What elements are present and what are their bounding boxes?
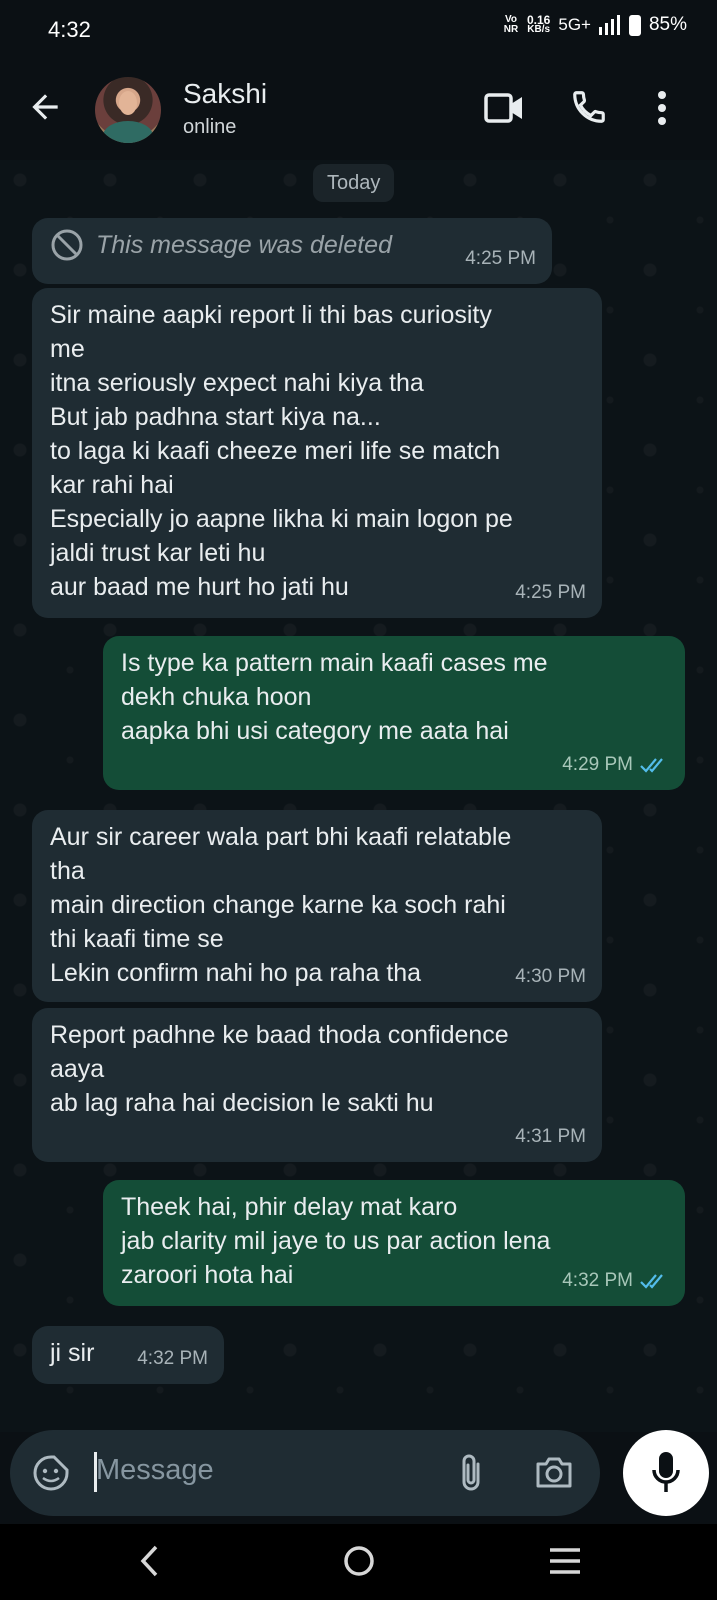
message-time: 4:32 PM (137, 1348, 208, 1369)
message-time: 4:29 PM (562, 754, 633, 775)
mic-icon (652, 1452, 680, 1492)
message-text: Is type ka pattern main kaafi cases me d… (121, 649, 548, 745)
message-text: This message was deleted (96, 231, 392, 259)
battery-icon (628, 14, 641, 36)
message-text: Report padhne ke baad thoda confidence a… (50, 1021, 509, 1117)
avatar[interactable] (95, 77, 161, 143)
message-time: 4:32 PM (562, 1270, 633, 1291)
message-meta: 4:32 PM (562, 1264, 669, 1298)
video-call-icon[interactable] (484, 90, 524, 126)
message-time: 4:30 PM (515, 966, 586, 987)
chat-header: Sakshi online (0, 60, 717, 160)
message-text: Sir maine aapki report li thi bas curios… (50, 301, 513, 601)
phone-icon[interactable] (570, 88, 608, 126)
status-icons: Vo NR 0.16 KB/s 5G+ 85% (503, 14, 687, 36)
message-bubble[interactable]: Sir maine aapki report li thi bas curios… (32, 288, 602, 618)
message-bubble-outgoing[interactable]: Is type ka pattern main kaafi cases me d… (103, 636, 685, 790)
nav-back-icon[interactable] (138, 1544, 162, 1578)
volte-indicator: Vo NR (503, 14, 519, 35)
contact-name[interactable]: Sakshi (183, 78, 267, 110)
status-time: 4:32 (48, 17, 91, 42)
message-bubble[interactable]: Aur sir career wala part bhi kaafi relat… (32, 810, 602, 1002)
message-bubble-outgoing[interactable]: Theek hai, phir delay mat karo jab clari… (103, 1180, 685, 1306)
mic-button[interactable] (623, 1430, 709, 1516)
message-bubble-deleted[interactable]: This message was deleted 4:25 PM (32, 218, 552, 284)
message-bubble[interactable]: Report padhne ke baad thoda confidence a… (32, 1008, 602, 1162)
emoji-sticker-icon[interactable] (32, 1454, 70, 1492)
message-time: 4:31 PM (515, 1126, 586, 1147)
read-ticks-icon (640, 758, 663, 773)
net-speed: 0.16 KB/s (527, 14, 551, 35)
date-chip: Today (313, 164, 395, 202)
battery-level: 85% (648, 14, 687, 35)
status-bar: 4:32 Vo NR 0.16 KB/s 5G+ 85% (0, 0, 717, 60)
camera-icon[interactable] (534, 1454, 574, 1490)
nav-recents-icon[interactable] (548, 1546, 582, 1576)
message-time: 4:25 PM (465, 248, 536, 269)
message-time: 4:25 PM (515, 582, 586, 603)
net-speed-unit: KB/s (527, 24, 551, 35)
signal-icon (598, 15, 620, 35)
message-bubble[interactable]: ji sir 4:32 PM (32, 1326, 224, 1384)
message-composer[interactable]: Message (10, 1430, 600, 1516)
attach-icon[interactable] (456, 1452, 486, 1494)
network-type: 5G+ (558, 15, 591, 34)
message-meta: 4:29 PM (562, 748, 669, 782)
nav-home-icon[interactable] (342, 1544, 376, 1578)
more-vert-icon[interactable] (654, 90, 670, 126)
back-arrow-icon[interactable] (26, 88, 64, 126)
deleted-icon (51, 229, 83, 261)
contact-status: online (183, 116, 237, 138)
chat-area[interactable]: Today This message was deleted 4:25 PM S… (0, 160, 717, 1432)
read-ticks-icon (640, 1274, 663, 1289)
system-nav-bar (0, 1524, 717, 1600)
message-input[interactable]: Message (96, 1454, 214, 1487)
message-text: Aur sir career wala part bhi kaafi relat… (50, 823, 512, 987)
